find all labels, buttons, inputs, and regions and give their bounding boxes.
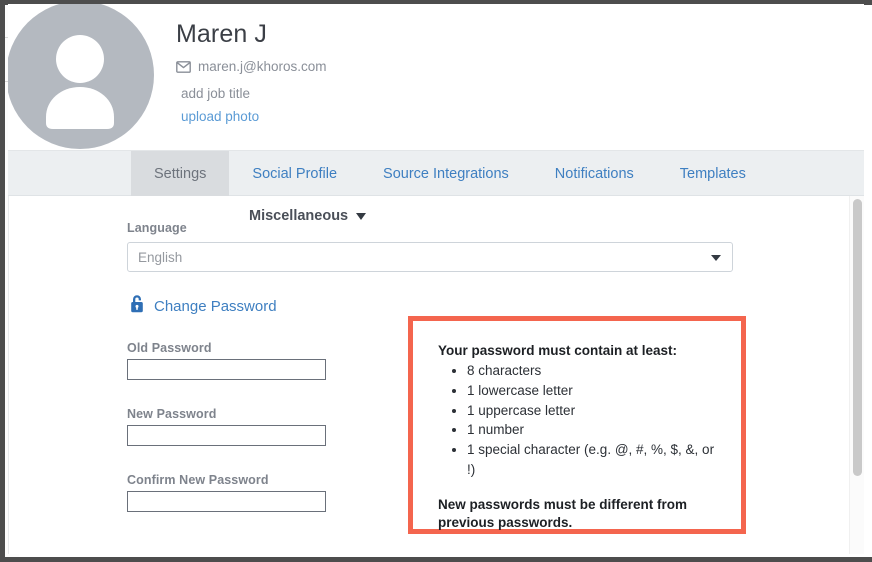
- vertical-scrollbar[interactable]: [849, 196, 864, 554]
- page-title: Maren J: [176, 20, 268, 48]
- miscellaneous-section-label: Miscellaneous: [249, 208, 349, 224]
- new-password-label: New Password: [127, 407, 217, 421]
- password-requirements-title: Your password must contain at least:: [438, 343, 678, 358]
- language-select[interactable]: English: [127, 242, 733, 272]
- tab-source-integrations[interactable]: Source Integrations: [360, 151, 532, 196]
- user-avatar-icon: [8, 4, 153, 148]
- tab-notifications[interactable]: Notifications: [532, 151, 657, 196]
- profile-settings-app: Maren J maren.j@khoros.com add job title…: [8, 4, 864, 554]
- list-item: 1 special character (e.g. @, #, %, $, &,…: [467, 440, 721, 480]
- profile-email-text: maren.j@khoros.com: [198, 59, 327, 74]
- chevron-down-icon: [356, 212, 367, 220]
- tab-templates-label: Templates: [679, 165, 746, 182]
- tab-settings[interactable]: Settings: [131, 151, 230, 196]
- tab-settings-label: Settings: [154, 165, 207, 182]
- list-item: 1 lowercase letter: [467, 381, 721, 401]
- envelope-icon: [176, 60, 191, 73]
- old-password-input[interactable]: [127, 359, 326, 380]
- tab-templates[interactable]: Templates: [657, 151, 769, 196]
- tab-social-profile-label: Social Profile: [252, 165, 338, 182]
- window-frame: Maren J maren.j@khoros.com add job title…: [0, 0, 872, 562]
- language-label: Language: [127, 221, 187, 235]
- profile-header: Maren J maren.j@khoros.com add job title…: [8, 4, 864, 151]
- vertical-scrollbar-thumb[interactable]: [853, 199, 862, 476]
- list-item: 8 characters: [467, 361, 721, 381]
- old-password-label: Old Password: [127, 341, 212, 355]
- lock-icon: [129, 294, 145, 318]
- upload-photo-link[interactable]: upload photo: [181, 109, 259, 124]
- change-password-label: Change Password: [154, 297, 277, 315]
- chevron-down-icon: [711, 255, 721, 261]
- new-password-input[interactable]: [127, 425, 326, 446]
- language-select-value: English: [138, 249, 183, 265]
- list-item: 1 uppercase letter: [467, 401, 721, 421]
- avatar[interactable]: [8, 4, 154, 149]
- password-requirements-list: 8 characters 1 lowercase letter 1 upperc…: [441, 361, 721, 480]
- profile-email: maren.j@khoros.com: [176, 59, 327, 74]
- confirm-password-input[interactable]: [127, 491, 326, 512]
- settings-content: Miscellaneous Language English Change Pa…: [8, 196, 864, 554]
- confirm-password-label: Confirm New Password: [127, 473, 269, 487]
- tab-social-profile[interactable]: Social Profile: [229, 151, 360, 196]
- list-item: 1 number: [467, 420, 721, 440]
- password-requirements-footer: New passwords must be different from pre…: [438, 496, 688, 531]
- miscellaneous-section-toggle[interactable]: Miscellaneous: [249, 208, 367, 224]
- tab-bar: Settings Social Profile Source Integrati…: [8, 151, 864, 196]
- password-requirements-callout: Your password must contain at least: 8 c…: [408, 316, 746, 534]
- add-job-title-link[interactable]: add job title: [181, 86, 250, 101]
- tab-notifications-label: Notifications: [554, 165, 634, 182]
- change-password-link[interactable]: Change Password: [129, 294, 277, 318]
- tab-source-integrations-label: Source Integrations: [383, 165, 509, 182]
